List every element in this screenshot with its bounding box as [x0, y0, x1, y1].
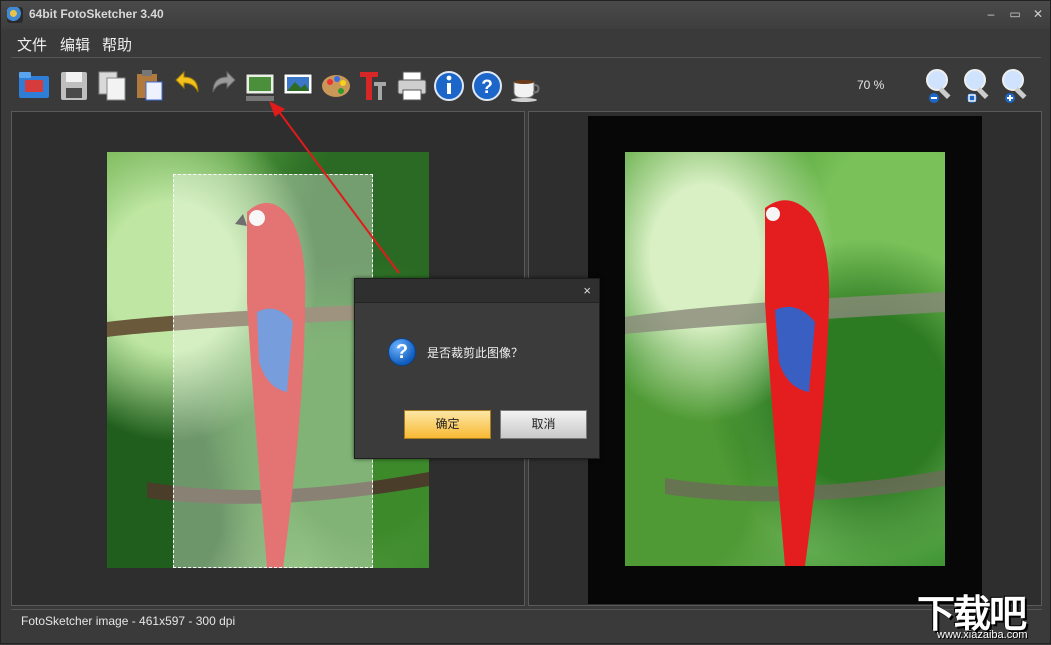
help-icon[interactable]: ?: [470, 64, 504, 104]
menu-bar: 文件 编辑 帮助: [1, 31, 1050, 55]
app-logo-icon: [7, 7, 23, 23]
sketch-photo[interactable]: [625, 152, 945, 566]
question-icon: ?: [388, 338, 416, 366]
zoom-out-icon[interactable]: [922, 64, 956, 104]
palette-icon[interactable]: [319, 64, 353, 104]
crop-confirm-dialog: × ? 是否裁剪此图像？ 确定 取消: [354, 278, 600, 459]
menu-edit[interactable]: 编辑: [60, 34, 90, 55]
app-window: 64bit FotoSketcher 3.40 – ▭ ✕ 文件 编辑 帮助 ?…: [0, 0, 1051, 644]
text-icon[interactable]: [356, 64, 390, 104]
title-bar: 64bit FotoSketcher 3.40 – ▭ ✕: [1, 1, 1050, 29]
dialog-message: 是否裁剪此图像？: [427, 346, 524, 360]
menu-help[interactable]: 帮助: [102, 34, 132, 55]
zoom-fit-icon[interactable]: [960, 64, 994, 104]
dialog-close-button[interactable]: ×: [583, 283, 591, 298]
coffee-icon[interactable]: [508, 64, 542, 104]
menu-file[interactable]: 文件: [17, 34, 47, 55]
paste-icon[interactable]: [132, 64, 166, 104]
info-icon[interactable]: [432, 64, 466, 104]
sketch-preview-panel: [528, 111, 1042, 606]
status-bar: FotoSketcher image - 461x597 - 300 dpi: [11, 609, 1042, 631]
image-icon[interactable]: [281, 64, 315, 104]
crop-icon[interactable]: [243, 64, 277, 104]
toolbar: ? 70 %: [11, 57, 1041, 109]
open-folder-icon[interactable]: [17, 64, 51, 104]
window-title: 64bit FotoSketcher 3.40: [29, 7, 164, 21]
cancel-button[interactable]: 取消: [500, 410, 587, 439]
watermark-logo: 下载吧 www.xiazaiba.com: [913, 583, 1051, 645]
dialog-title-bar: [355, 279, 599, 303]
redo-icon[interactable]: [207, 64, 241, 104]
zoom-in-icon[interactable]: [998, 64, 1032, 104]
minimize-button[interactable]: –: [980, 5, 1002, 23]
watermark-url: www.xiazaiba.com: [937, 629, 1028, 641]
save-icon[interactable]: [57, 64, 91, 104]
crop-selection[interactable]: [173, 174, 373, 568]
ok-button[interactable]: 确定: [404, 410, 491, 439]
svg-text:?: ?: [481, 77, 493, 98]
close-window-button[interactable]: ✕: [1027, 5, 1049, 23]
undo-icon[interactable]: [170, 64, 204, 104]
zoom-level: 70 %: [857, 78, 885, 92]
print-icon[interactable]: [395, 64, 429, 104]
copy-icon[interactable]: [95, 64, 129, 104]
maximize-button[interactable]: ▭: [1004, 5, 1026, 23]
status-text: FotoSketcher image - 461x597 - 300 dpi: [21, 614, 236, 628]
